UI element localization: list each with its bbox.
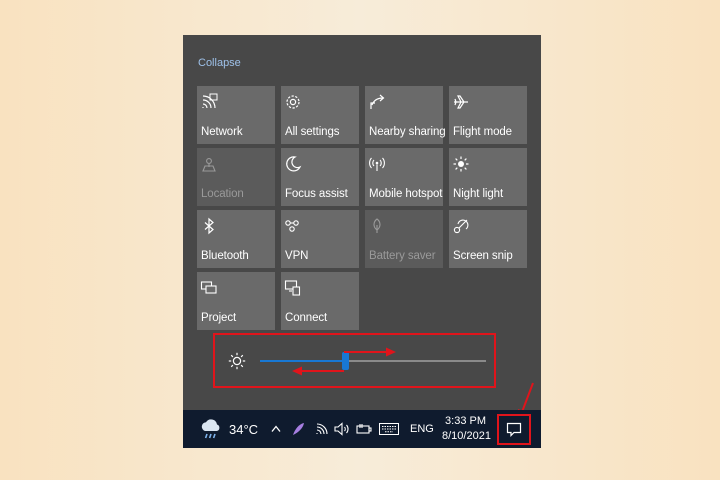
quick-action-label: Location	[201, 188, 244, 200]
collapse-link[interactable]: Collapse	[198, 57, 241, 69]
quick-action-focus-assist[interactable]: Focus assist	[281, 148, 359, 206]
keyboard-icon[interactable]	[379, 410, 399, 448]
cloud-rain-icon[interactable]	[199, 410, 223, 448]
quick-action-all-settings[interactable]: All settings	[281, 86, 359, 144]
quick-action-label: Night light	[453, 188, 504, 200]
notification-icon	[506, 422, 522, 437]
bluetooth-icon	[200, 217, 218, 235]
quick-action-label: Network	[201, 126, 243, 138]
quick-action-label: Battery saver	[369, 250, 436, 262]
time-label: 3:33 PM	[445, 415, 486, 427]
hotspot-icon	[368, 155, 386, 173]
moon-icon	[284, 155, 302, 173]
brightness-icon	[228, 352, 246, 370]
temperature-label[interactable]: 34°C	[229, 410, 258, 448]
taskbar: 34°C ENG 3:33 PM 8/10/2021	[183, 410, 541, 448]
quick-action-flight-mode[interactable]: Flight mode	[449, 86, 527, 144]
network-icon	[200, 93, 218, 111]
battery-icon[interactable]	[356, 410, 372, 448]
quick-action-label: Focus assist	[285, 188, 348, 200]
wifi-icon[interactable]	[315, 410, 329, 448]
location-icon	[200, 155, 218, 173]
quick-action-battery-saver[interactable]: Battery saver	[365, 210, 443, 268]
airplane-icon	[452, 93, 470, 111]
vpn-icon	[284, 217, 302, 235]
quick-action-label: Bluetooth	[201, 250, 249, 262]
speaker-icon[interactable]	[334, 410, 350, 448]
quick-action-label: Screen snip	[453, 250, 513, 262]
clock[interactable]: 3:33 PM 8/10/2021	[442, 414, 491, 444]
share-icon	[368, 93, 386, 111]
quick-action-label: Project	[201, 312, 237, 324]
quick-action-project[interactable]: Project	[197, 272, 275, 330]
brightness-highlight-box	[213, 333, 496, 388]
quick-action-mobile-hotspot[interactable]: Mobile hotspot	[365, 148, 443, 206]
quick-action-night-light[interactable]: Night light	[449, 148, 527, 206]
quick-action-screen-snip[interactable]: Screen snip	[449, 210, 527, 268]
quick-action-network[interactable]: Network	[197, 86, 275, 144]
quick-action-label: Connect	[285, 312, 328, 324]
brightness-track-empty[interactable]	[346, 360, 486, 362]
sun-icon	[452, 155, 470, 173]
quick-action-label: Mobile hotspot	[369, 188, 443, 200]
feather-icon[interactable]	[291, 410, 305, 448]
connect-icon	[284, 279, 302, 297]
quick-action-label: Flight mode	[453, 126, 512, 138]
notification-button[interactable]	[497, 414, 531, 445]
quick-action-vpn[interactable]: VPN	[281, 210, 359, 268]
quick-action-connect[interactable]: Connect	[281, 272, 359, 330]
chevron-up-icon[interactable]	[271, 410, 281, 448]
quick-action-label: VPN	[285, 250, 309, 262]
scissors-icon	[452, 217, 470, 235]
brightness-track-filled	[260, 360, 346, 362]
quick-action-nearby-sharing[interactable]: Nearby sharing	[365, 86, 446, 144]
gear-icon	[284, 93, 302, 111]
brightness-slider-thumb[interactable]	[342, 352, 349, 370]
leaf-icon	[368, 217, 386, 235]
quick-action-location[interactable]: Location	[197, 148, 275, 206]
quick-action-label: All settings	[285, 126, 340, 138]
date-label: 8/10/2021	[442, 430, 491, 442]
project-icon	[200, 279, 218, 297]
action-center-panel: Collapse Network All settings Nearby shari…	[183, 35, 541, 410]
quick-action-label: Nearby sharing	[369, 126, 446, 138]
quick-action-bluetooth[interactable]: Bluetooth	[197, 210, 275, 268]
language-indicator[interactable]: ENG	[410, 410, 434, 448]
